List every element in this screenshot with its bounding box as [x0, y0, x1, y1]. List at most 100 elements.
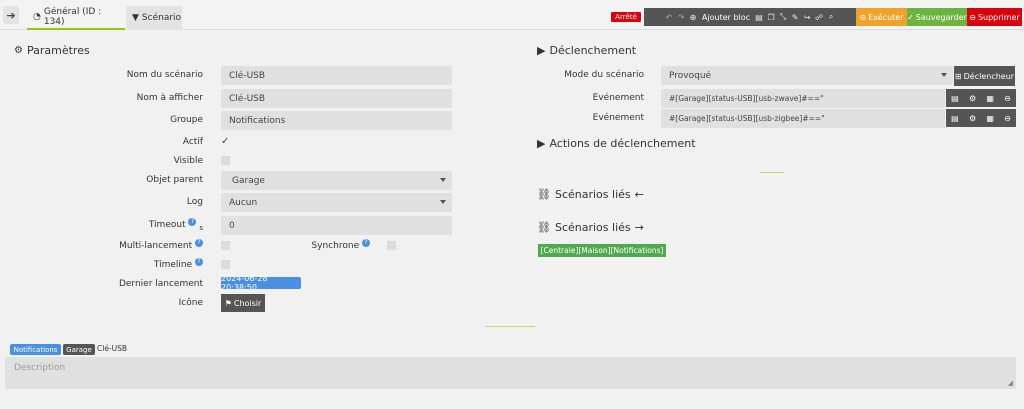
visible-label: Visible — [173, 156, 203, 166]
link-icon: ⛓ — [537, 188, 551, 201]
sitemap-icon[interactable]: ☍ — [813, 13, 825, 22]
cogs-icon[interactable]: ⚙ — [969, 94, 976, 103]
event-label-1: Evénement — [592, 93, 644, 103]
search-icon[interactable]: ⌕ — [825, 12, 837, 22]
dashboard-icon: ◔ — [33, 12, 41, 22]
copy-icon[interactable]: ❐ — [765, 13, 777, 22]
status-badge: Arrêté — [611, 12, 641, 22]
parent-label: Objet parent — [146, 175, 203, 185]
multi-launch-checkbox[interactable] — [221, 241, 230, 250]
gamepad-icon: ⊝ — [859, 12, 867, 22]
tab-general-label: Général (ID : 134) — [43, 7, 102, 27]
link-icon: ⛓ — [537, 221, 551, 234]
event-1-actions: ▤ ⚙ ▦ ⊖ — [946, 89, 1016, 107]
resize-handle-icon[interactable]: ◢ — [1008, 379, 1013, 387]
mode-label: Mode du scénario — [564, 70, 644, 80]
timeline-label-text: Timeline — [153, 260, 193, 270]
parent-value: Garage — [232, 175, 265, 186]
toolbar: ↶ ↷ ⊕ Ajouter bloc ▤ ❐ ⤡ ✎ ↪ ☍ ⌕ — [644, 8, 856, 26]
sync-label: Synchrone ? — [290, 239, 370, 251]
parent-select[interactable]: Garage — [221, 171, 452, 190]
event-input-1[interactable]: #[Garage][status-USB][usb-zwave]#==" — [661, 89, 945, 108]
linked-prev-text: Scénarios liés — [554, 188, 631, 201]
minus-circle-icon[interactable]: ⊖ — [1004, 114, 1011, 123]
delete-button[interactable]: ⊖ Supprimer — [967, 8, 1022, 26]
list-icon[interactable]: ▤ — [951, 94, 959, 103]
mode-select[interactable]: Provoqué — [661, 66, 953, 85]
display-name-input[interactable]: Clé-USB — [221, 89, 452, 108]
group-input[interactable]: Notifications — [221, 111, 452, 130]
check-icon: ✓ — [907, 12, 914, 22]
description-textarea[interactable]: Description ◢ — [5, 357, 1016, 389]
divider — [760, 172, 784, 173]
add-trigger-button[interactable]: ⊞ Déclencheur — [954, 66, 1015, 86]
share-icon[interactable]: ↪ — [801, 13, 813, 22]
mode-value: Provoqué — [669, 70, 712, 81]
undo-icon[interactable]: ↶ — [663, 13, 675, 22]
execute-label: Exécuter — [868, 12, 904, 22]
users-cog-icon: ⚙ — [14, 45, 23, 56]
event-2-actions: ▤ ⚙ ▦ ⊖ — [946, 109, 1016, 127]
log-select[interactable]: Aucun — [221, 193, 452, 212]
timeout-label-text: Timeout — [148, 220, 186, 230]
last-run-label: Dernier lancement — [118, 279, 203, 289]
cogs-icon[interactable]: ⚙ — [969, 114, 976, 123]
list-icon[interactable]: ▤ — [951, 114, 959, 123]
scenario-name-footer: Clé-USB — [97, 344, 128, 353]
execute-button[interactable]: ⊝ Exécuter — [856, 8, 907, 26]
timeout-unit: s — [199, 223, 203, 232]
log-value: Aucun — [229, 197, 258, 208]
display-label: Nom à afficher — [136, 93, 203, 103]
help-icon[interactable]: ? — [188, 218, 197, 226]
add-block-button[interactable]: Ajouter bloc — [702, 13, 750, 22]
active-checkbox[interactable]: ✓ — [221, 137, 230, 147]
redo-icon[interactable]: ↷ — [675, 13, 687, 22]
event-input-2[interactable]: #[Garage][status-USB][usb-zigbee]#==" — [661, 109, 945, 128]
tab-general[interactable]: ◔ Général (ID : 134) — [27, 6, 125, 30]
document-icon[interactable]: ▤ — [753, 13, 765, 22]
plus-square-icon: ⊞ — [954, 71, 962, 81]
save-button[interactable]: ✓ Sauvegarder — [907, 8, 967, 26]
chevron-down-icon — [941, 73, 947, 77]
minus-circle-icon[interactable]: ⊖ — [1004, 94, 1011, 103]
chevron-down-icon — [440, 178, 446, 182]
help-icon[interactable]: ? — [362, 239, 370, 247]
divider — [485, 326, 535, 327]
actions-title: ▶ Actions de déclenchement — [537, 137, 696, 150]
multi-label-text: Multi-lancement — [119, 241, 193, 251]
sync-checkbox[interactable] — [387, 241, 396, 250]
help-icon[interactable]: ? — [195, 239, 203, 247]
delete-label: Supprimer — [977, 12, 1020, 22]
choose-label: Choisir — [233, 298, 262, 308]
flag-icon: ⚑ — [224, 298, 232, 308]
linked-next-title: ⛓ Scénarios liés → — [537, 221, 644, 234]
help-icon[interactable]: ? — [195, 258, 203, 266]
linked-next-text: Scénarios liés — [554, 221, 631, 234]
params-title: ⚙ Paramètres — [14, 44, 90, 57]
arrow-right-icon: → — [634, 221, 644, 234]
calculator-icon[interactable]: ▦ — [986, 114, 994, 123]
tag-garage: Garage — [63, 344, 95, 355]
active-label: Actif — [182, 137, 203, 147]
back-button[interactable]: ➔ — [3, 6, 19, 24]
name-input[interactable]: Clé-USB — [221, 66, 452, 85]
event-label-2: Evénement — [592, 113, 644, 123]
trigger-title: ▶ Déclenchement — [537, 44, 636, 57]
add-block-icon: ⊕ — [689, 12, 697, 22]
linked-scenario-tag[interactable]: [Centrale][Maison][Notifications] — [538, 244, 666, 257]
timeout-input[interactable]: 0 — [221, 216, 452, 235]
timeline-checkbox[interactable] — [221, 260, 230, 269]
icon-label: Icône — [178, 298, 203, 308]
log-label: Log — [186, 197, 203, 207]
calculator-icon[interactable]: ▦ — [986, 94, 994, 103]
timeline-label: Timeline ? — [80, 258, 203, 270]
filter-icon: ▼ — [132, 13, 139, 23]
arrow-left-icon: ← — [634, 188, 644, 201]
choose-icon-button[interactable]: ⚑ Choisir — [221, 294, 265, 312]
tab-scenario[interactable]: ▼ Scénario — [126, 6, 182, 30]
description-placeholder: Description — [14, 363, 66, 373]
expand-icon[interactable]: ⤡ — [777, 12, 789, 22]
visible-checkbox[interactable] — [221, 156, 230, 165]
trigger-title-text: Déclenchement — [549, 44, 637, 57]
edit-icon[interactable]: ✎ — [789, 13, 801, 22]
